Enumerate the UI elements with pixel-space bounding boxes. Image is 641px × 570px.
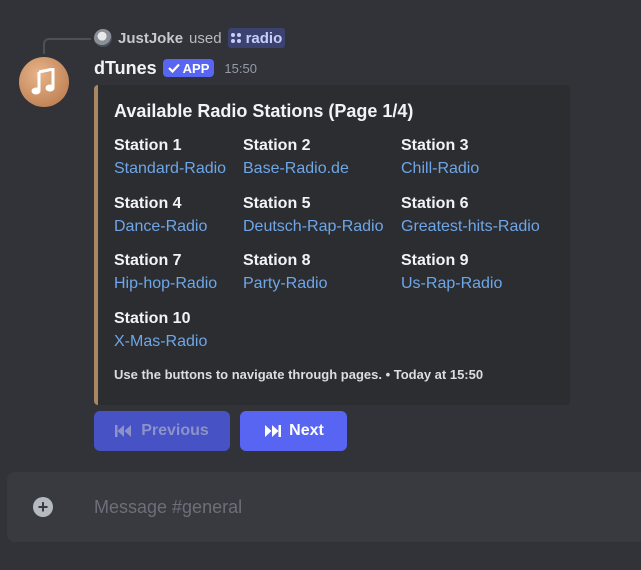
music-note-icon	[31, 68, 55, 95]
app-badge-label: APP	[182, 60, 210, 76]
station-name: Station 2	[243, 137, 311, 154]
previous-button[interactable]: Previous	[94, 411, 230, 451]
next-track-icon	[265, 425, 282, 437]
command-mention[interactable]: radio	[227, 28, 286, 48]
station-3: Station 3 Chill-Radio	[401, 135, 561, 181]
station-link[interactable]: X-Mas-Radio	[114, 330, 274, 354]
station-2: Station 2 Base-Radio.de	[243, 135, 403, 181]
bot-username[interactable]: dTunes	[94, 58, 157, 79]
station-name: Station 3	[401, 137, 469, 154]
station-link[interactable]: Deutsch-Rap-Radio	[243, 215, 403, 239]
chat-view: JustJoke used radio dTunes APP 15:50 Ava…	[0, 0, 641, 570]
bot-avatar[interactable]	[19, 57, 69, 107]
next-button[interactable]: Next	[240, 411, 347, 451]
station-name: Station 8	[243, 252, 311, 269]
embed-title: Available Radio Stations (Page 1/4)	[114, 101, 414, 121]
station-link[interactable]: Base-Radio.de	[243, 157, 403, 181]
station-link[interactable]: Us-Rap-Radio	[401, 272, 561, 296]
station-5: Station 5 Deutsch-Rap-Radio	[243, 193, 403, 239]
command-icon	[230, 33, 241, 43]
command-reply-header: JustJoke used radio	[94, 28, 286, 48]
previous-track-icon	[115, 425, 132, 437]
reply-user-avatar[interactable]	[94, 29, 112, 47]
station-link[interactable]: Party-Radio	[243, 272, 403, 296]
station-link[interactable]: Greatest-hits-Radio	[401, 215, 561, 239]
reply-spine	[43, 38, 91, 54]
stations-embed: Available Radio Stations (Page 1/4) Stat…	[94, 85, 570, 405]
next-button-label: Next	[289, 422, 324, 439]
station-link[interactable]: Chill-Radio	[401, 157, 561, 181]
message-timestamp[interactable]: 15:50	[224, 61, 257, 76]
reply-username[interactable]: JustJoke	[118, 30, 183, 47]
app-badge: APP	[162, 59, 215, 77]
station-name: Station 5	[243, 195, 311, 212]
station-name: Station 10	[114, 310, 191, 327]
message-header: dTunes APP 15:50	[94, 57, 257, 79]
station-name: Station 9	[401, 252, 469, 269]
station-name: Station 6	[401, 195, 469, 212]
checkmark-icon	[167, 63, 180, 73]
reply-verb: used	[189, 29, 222, 47]
station-6: Station 6 Greatest-hits-Radio	[401, 193, 561, 239]
station-10: Station 10 X-Mas-Radio	[114, 308, 274, 354]
embed-footer: Use the buttons to navigate through page…	[114, 367, 484, 382]
message-input[interactable]	[94, 495, 614, 519]
station-8: Station 8 Party-Radio	[243, 250, 403, 296]
previous-button-label: Previous	[141, 422, 209, 439]
add-attachment-icon[interactable]: +	[33, 497, 53, 517]
command-name: radio	[245, 29, 283, 47]
message-composer: +	[7, 472, 641, 542]
station-9: Station 9 Us-Rap-Radio	[401, 250, 561, 296]
